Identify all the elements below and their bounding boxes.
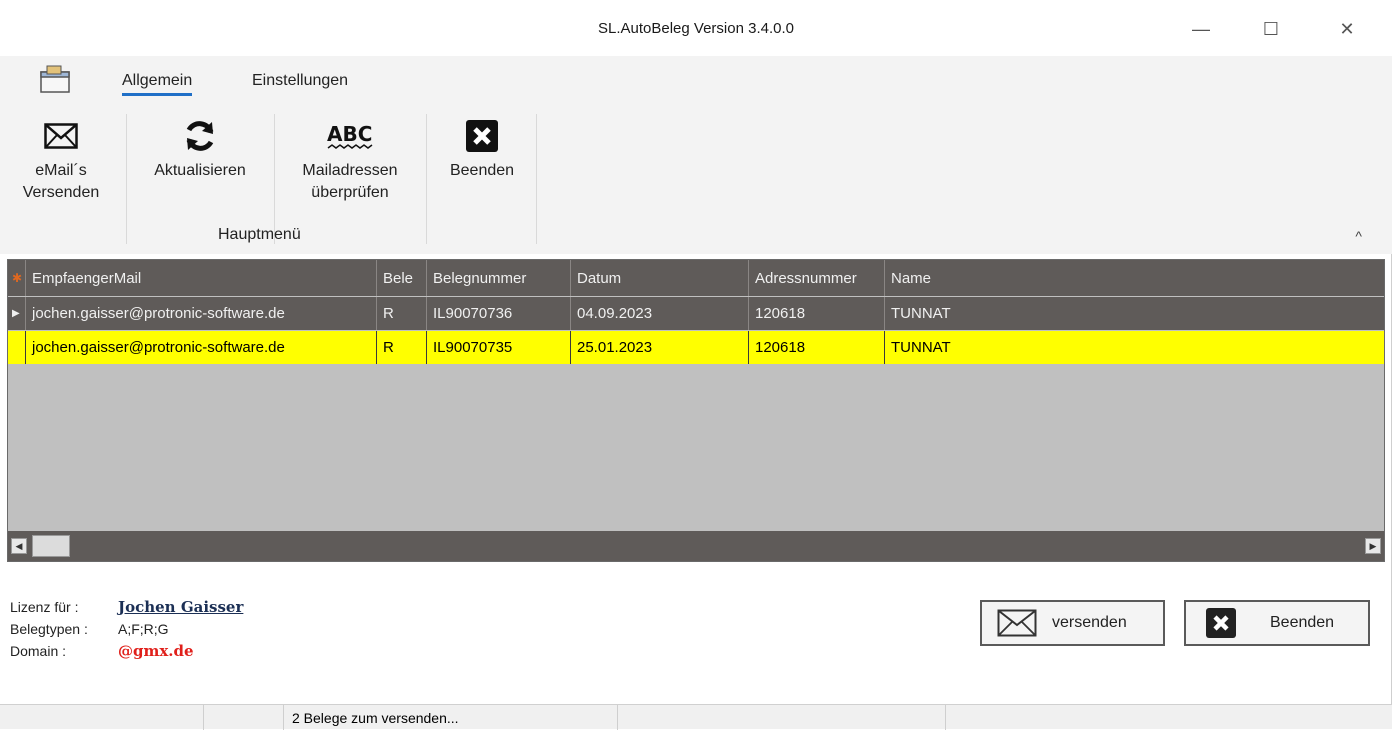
new-row-marker-icon: ✱ (12, 271, 23, 285)
beenden-button[interactable]: Beenden (1184, 600, 1370, 646)
emails-versenden-label: eMail´s Versenden (22, 162, 100, 201)
mailadressen-pruefen-button[interactable]: ABC Mailadressen überprüfen (280, 114, 420, 204)
row-header (8, 331, 26, 364)
cell-adressnummer[interactable]: 120618 (749, 331, 885, 364)
spellcheck-abc-icon: ABC (327, 122, 373, 149)
beenden-label: Beenden (1270, 614, 1335, 631)
table-row[interactable]: ▶ jochen.gaisser@protronic-software.de R… (8, 297, 1384, 330)
ribbon-group-label: Hauptmenü (218, 226, 301, 243)
cell-adressnummer[interactable]: 120618 (749, 297, 885, 330)
ribbon-separator (126, 114, 127, 244)
cell-empfaengermail[interactable]: jochen.gaisser@protronic-software.de (26, 297, 377, 330)
lizenz-label: Lizenz für : (10, 599, 79, 615)
app-window: SL.AutoBeleg Version 3.4.0.0 — ☐ ✕ Allge… (0, 0, 1392, 730)
column-header-belegnummer[interactable]: Belegnummer (427, 260, 571, 296)
domain-value: @gmx.de (118, 642, 194, 660)
close-box-icon (1206, 608, 1236, 638)
close-button[interactable]: ✕ (1332, 14, 1362, 44)
cell-belegnummer[interactable]: IL90070736 (427, 297, 571, 330)
column-header-belegtyp[interactable]: Bele (377, 260, 427, 296)
cell-name[interactable]: TUNNAT (885, 331, 1384, 364)
horizontal-scrollbar[interactable]: ◀ ▶ (8, 531, 1384, 561)
versenden-label: versenden (1052, 614, 1127, 631)
column-header-empfaengermail[interactable]: EmpfaengerMail (26, 260, 377, 296)
status-message: 2 Belege zum versenden... (284, 705, 618, 730)
refresh-icon (186, 121, 214, 151)
status-segment (0, 705, 204, 730)
ribbon-beenden-button[interactable]: Beenden (432, 114, 532, 182)
title-bar: SL.AutoBeleg Version 3.4.0.0 — ☐ ✕ (0, 0, 1392, 56)
row-header-corner: ✱ (8, 260, 26, 296)
emails-versenden-button[interactable]: eMail´s Versenden (0, 114, 122, 204)
current-row-indicator-icon: ▶ (8, 297, 26, 330)
aktualisieren-button[interactable]: Aktualisieren (134, 114, 266, 182)
tab-allgemein[interactable]: Allgemein (122, 72, 193, 96)
status-segment (946, 705, 1392, 730)
scrollbar-thumb[interactable] (32, 535, 70, 557)
mailadressen-pruefen-label: Mailadressen überprüfen (302, 162, 398, 201)
cell-belegtyp[interactable]: R (377, 297, 427, 330)
versenden-button[interactable]: versenden (980, 600, 1165, 646)
status-segment (204, 705, 284, 730)
scroll-left-icon[interactable]: ◀ (11, 538, 27, 554)
cell-name[interactable]: TUNNAT (885, 297, 1384, 330)
ribbon-separator (536, 114, 537, 244)
status-bar: 2 Belege zum versenden... (0, 704, 1392, 730)
tab-einstellungen[interactable]: Einstellungen (252, 72, 348, 90)
ribbon: Allgemein Einstellungen eMail´s Versende… (0, 56, 1392, 254)
svg-text:ABC: ABC (327, 122, 372, 146)
minimize-button[interactable]: — (1186, 14, 1216, 44)
aktualisieren-label: Aktualisieren (154, 162, 246, 179)
ribbon-separator (274, 114, 275, 244)
cell-belegtyp[interactable]: R (377, 331, 427, 364)
scroll-right-icon[interactable]: ▶ (1365, 538, 1381, 554)
ribbon-separator (426, 114, 427, 244)
license-info: Lizenz für : Jochen Gaisser Belegtypen : A… (10, 596, 243, 662)
maximize-button[interactable]: ☐ (1256, 14, 1286, 44)
column-header-adressnummer[interactable]: Adressnummer (749, 260, 885, 296)
table-row-selected[interactable]: jochen.gaisser@protronic-software.de R I… (8, 331, 1384, 364)
ribbon-collapse-icon[interactable]: ^ (1355, 228, 1362, 244)
column-header-name[interactable]: Name (885, 260, 1384, 296)
belegtypen-label: Belegtypen : (10, 621, 88, 637)
cell-datum[interactable]: 04.09.2023 (571, 297, 749, 330)
cell-belegnummer[interactable]: IL90070735 (427, 331, 571, 364)
ribbon-beenden-label: Beenden (449, 162, 515, 179)
app-menu-icon[interactable] (38, 64, 72, 94)
status-segment (618, 705, 946, 730)
belegtypen-value: A;F;R;G (118, 621, 169, 637)
envelope-icon (997, 609, 1037, 637)
close-box-icon (466, 120, 498, 152)
envelope-icon (44, 123, 78, 149)
lizenz-value: Jochen Gaisser (118, 598, 244, 616)
grid-header: ✱ EmpfaengerMail Bele Belegnummer Datum … (8, 260, 1384, 296)
domain-label: Domain : (10, 643, 67, 659)
window-title: SL.AutoBeleg Version 3.4.0.0 (598, 20, 794, 37)
cell-datum[interactable]: 25.01.2023 (571, 331, 749, 364)
cell-empfaengermail[interactable]: jochen.gaisser@protronic-software.de (26, 331, 377, 364)
belege-grid[interactable]: ✱ EmpfaengerMail Bele Belegnummer Datum … (7, 259, 1385, 562)
column-header-datum[interactable]: Datum (571, 260, 749, 296)
